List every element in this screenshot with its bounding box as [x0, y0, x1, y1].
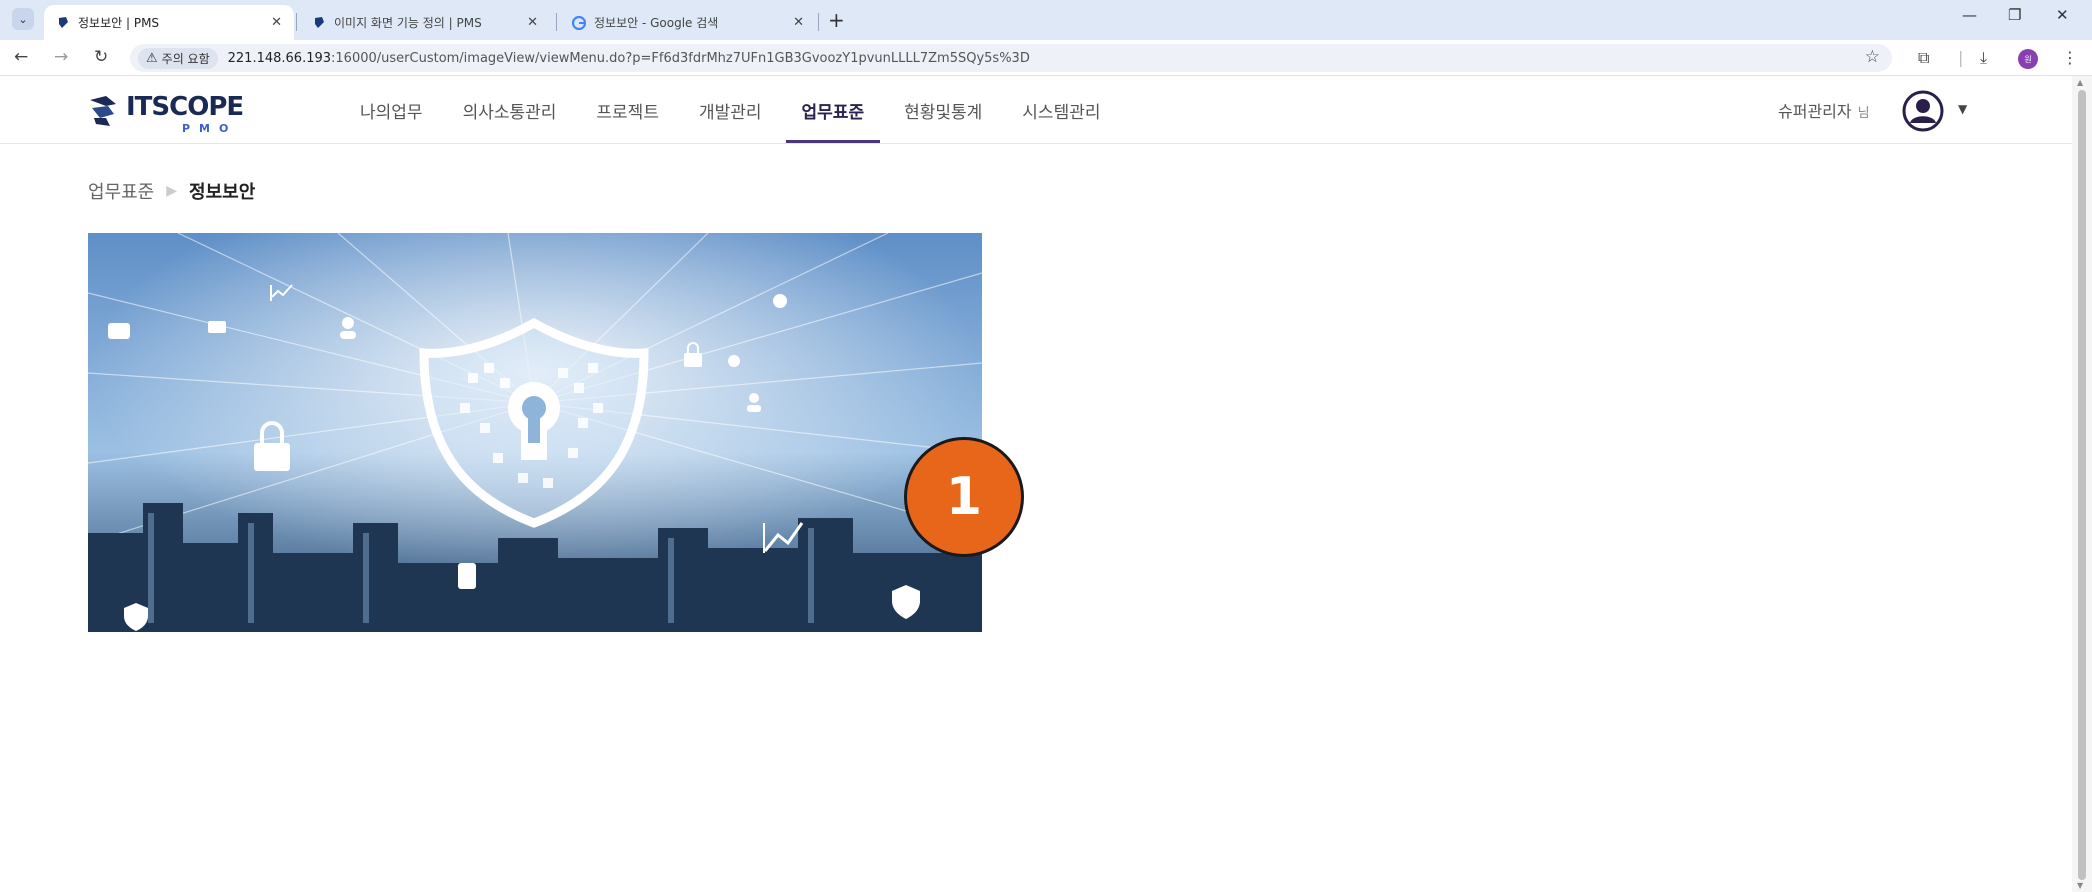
security-shield-image	[88, 233, 982, 632]
tab-title: 정보보안 - Google 검색	[594, 16, 719, 30]
scroll-up-icon[interactable]: ▲	[2077, 78, 2083, 87]
profile-avatar[interactable]: 원	[2018, 49, 2038, 69]
main-nav: 나의업무 의사소통관리 프로젝트 개발관리 업무표준 현황및통계 시스템관리	[340, 76, 1121, 144]
url-path: :16000/userCustom/imageView/viewMenu.do?…	[331, 50, 1030, 66]
security-chip-label: 주의 요함	[161, 51, 210, 66]
tab-google-search[interactable]: 정보보안 - Google 검색 ✕	[560, 5, 816, 40]
pms-favicon-icon	[56, 16, 70, 30]
tab-info-security[interactable]: 정보보안 | PMS ✕	[44, 5, 294, 40]
close-icon[interactable]: ✕	[271, 15, 282, 30]
nav-my-work[interactable]: 나의업무	[340, 76, 443, 144]
bookmark-star-icon[interactable]: ☆	[1865, 47, 1880, 67]
tab-title: 정보보안 | PMS	[78, 16, 160, 30]
restore-icon[interactable]: ❐	[2008, 6, 2021, 24]
close-icon[interactable]: ✕	[527, 15, 538, 30]
url-host: 221.148.66.193	[227, 50, 332, 66]
warning-icon: ⚠	[146, 50, 158, 66]
tab-image-screen[interactable]: 이미지 화면 기능 정의 | PMS ✕	[300, 5, 550, 40]
close-icon[interactable]: ✕	[793, 15, 804, 30]
chevron-down-icon[interactable]: ▼	[1958, 102, 1967, 116]
logo-subtext: PMO	[182, 122, 238, 135]
tab-search-button[interactable]: ⌄	[12, 8, 34, 30]
user-name-label: 슈퍼관리자	[1778, 102, 1852, 121]
minimize-icon[interactable]: —	[1962, 6, 1977, 24]
nav-project[interactable]: 프로젝트	[576, 76, 679, 144]
breadcrumb-current: 정보보안	[189, 182, 256, 203]
tab-title: 이미지 화면 기능 정의 | PMS	[334, 16, 482, 30]
forward-icon[interactable]: →	[54, 47, 68, 67]
google-icon	[572, 15, 586, 30]
scroll-thumb[interactable]	[2078, 90, 2086, 880]
user-name[interactable]: 슈퍼관리자 님	[1778, 98, 1870, 122]
app-header: ITSCOPE PMO 나의업무 의사소통관리 프로젝트 개발관리 업무표준 현…	[0, 76, 2072, 144]
browser-toolbar: ← → ↻ ⚠ 주의 요함 221.148.66.193:16000/userC…	[0, 40, 2092, 76]
security-warning-chip[interactable]: ⚠ 주의 요함	[138, 47, 218, 69]
nav-status-stats[interactable]: 현황및통계	[884, 76, 1002, 144]
reload-icon[interactable]: ↻	[94, 47, 108, 67]
user-honorific: 님	[1857, 106, 1870, 121]
pms-favicon-icon	[312, 16, 326, 30]
nav-development[interactable]: 개발관리	[679, 76, 782, 144]
more-menu-icon[interactable]: ⋮	[2062, 48, 2078, 67]
logo[interactable]: ITSCOPE PMO	[86, 88, 246, 135]
new-tab-button[interactable]: +	[828, 8, 845, 32]
logo-text: ITSCOPE	[126, 92, 244, 122]
user-avatar-icon[interactable]	[1902, 90, 1944, 132]
url-text: 221.148.66.193:16000/userCustom/imageVie…	[228, 51, 1030, 66]
address-bar[interactable]: ⚠ 주의 요함 221.148.66.193:16000/userCustom/…	[130, 44, 1892, 72]
browser-tabstrip: ⌄ 정보보안 | PMS ✕ 이미지 화면 기능 정의 | PMS ✕ 정보보안…	[0, 0, 2092, 40]
extensions-icon[interactable]: ⧉	[1918, 48, 1929, 68]
nav-communication[interactable]: 의사소통관리	[443, 76, 577, 144]
page-scrollbar[interactable]: ▲ ▼	[2072, 76, 2092, 892]
profile-initial: 원	[2024, 54, 2032, 64]
breadcrumb-separator-icon: ▶	[166, 183, 178, 199]
scroll-down-icon[interactable]: ▼	[2077, 881, 2083, 890]
step-marker-badge: 1	[904, 437, 1024, 557]
close-window-icon[interactable]: ✕	[2056, 6, 2069, 24]
nav-system-admin[interactable]: 시스템관리	[1002, 76, 1120, 144]
logo-mark-icon	[90, 96, 116, 126]
back-icon[interactable]: ←	[14, 47, 28, 67]
breadcrumb: 업무표준 ▶ 정보보안	[88, 178, 255, 204]
nav-work-standard[interactable]: 업무표준	[782, 76, 885, 144]
breadcrumb-parent[interactable]: 업무표준	[88, 178, 154, 204]
download-icon[interactable]: ⤓	[1980, 48, 1987, 68]
